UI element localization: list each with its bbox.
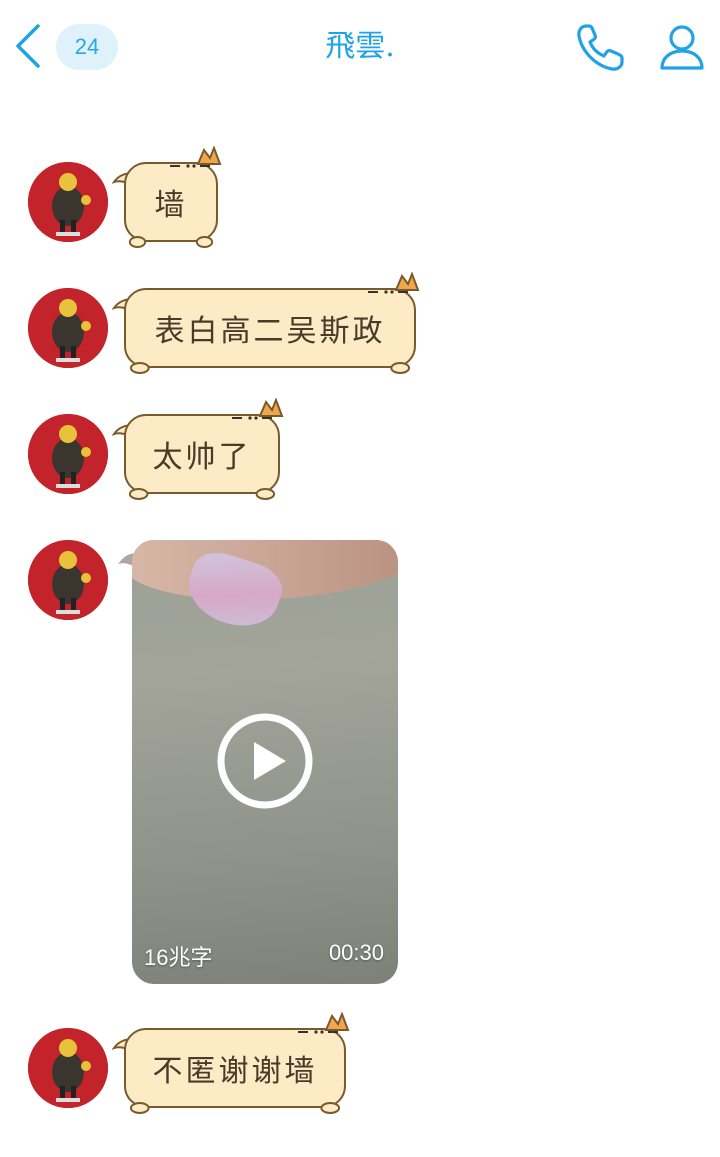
message-bubble[interactable]: 墙: [124, 146, 222, 248]
paws-icon: [129, 362, 411, 374]
message-row: 墙: [0, 146, 720, 252]
paws-icon: [128, 488, 276, 500]
profile-icon[interactable]: [654, 20, 710, 76]
back-arrow-icon[interactable]: [8, 20, 48, 72]
top-bar: 24 飛雲.: [0, 0, 720, 96]
avatar-image: [28, 540, 108, 620]
paws-icon: [129, 1102, 341, 1114]
avatar[interactable]: [28, 288, 108, 368]
cat-ears-icon: [298, 1012, 350, 1034]
avatar-image: [28, 288, 108, 368]
video-duration: 00:30: [328, 940, 384, 965]
video-message[interactable]: 16兆字 00:30: [132, 540, 398, 984]
message-row: 太帅了: [0, 398, 720, 504]
paws-icon: [128, 236, 214, 248]
message-row: 表白高二吴斯政: [0, 272, 720, 378]
message-bubble[interactable]: 表白高二吴斯政: [124, 272, 420, 374]
play-icon[interactable]: [216, 712, 314, 810]
cat-ears-icon: [232, 398, 284, 420]
avatar-image: [28, 162, 108, 242]
avatar[interactable]: [28, 162, 108, 242]
cat-ears-icon: [170, 146, 222, 168]
avatar-image: [28, 414, 108, 494]
chat-title: 飛雲.: [325, 29, 395, 64]
avatar[interactable]: [28, 540, 108, 620]
avatar-image: [28, 1028, 108, 1108]
unread-count-badge[interactable]: 24: [56, 24, 118, 70]
message-bubble[interactable]: 太帅了: [124, 398, 284, 500]
message-row: 16兆字 00:30: [0, 540, 720, 990]
message-row: 不匿谢谢墙: [0, 1012, 720, 1118]
phone-icon[interactable]: [572, 20, 628, 76]
message-bubble[interactable]: 不匿谢谢墙: [124, 1012, 350, 1114]
video-size-label: 16兆字: [144, 945, 213, 970]
avatar[interactable]: [28, 414, 108, 494]
cat-ears-icon: [368, 272, 420, 294]
avatar[interactable]: [28, 1028, 108, 1108]
